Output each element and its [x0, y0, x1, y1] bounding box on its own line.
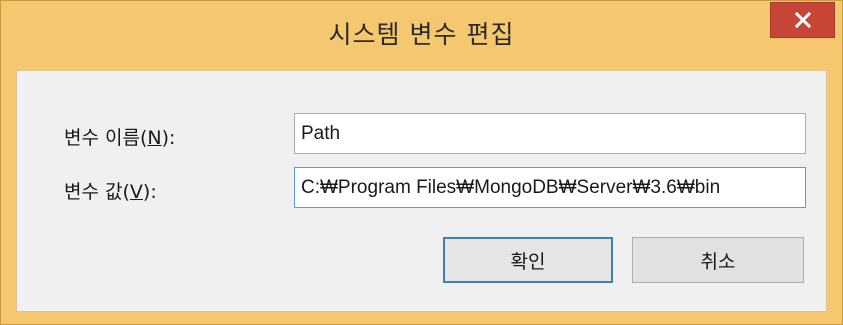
dialog-body: 변수 이름(N): 변수 값(V): 확인 취소: [16, 70, 827, 312]
variable-value-field[interactable]: [294, 167, 806, 208]
variable-value-label: 변수 값(V):: [64, 181, 157, 203]
dialog-title: 시스템 변수 편집: [328, 20, 515, 49]
variable-name-label: 변수 이름(N):: [64, 127, 176, 149]
edit-system-variable-dialog: 시스템 변수 편집 변수 이름(N): 변수 값(V): 확인 취소: [0, 0, 843, 325]
title-bar[interactable]: 시스템 변수 편집: [1, 1, 842, 69]
cancel-button[interactable]: 취소: [632, 237, 804, 283]
variable-name-field[interactable]: [294, 113, 806, 154]
ok-button[interactable]: 확인: [443, 237, 613, 283]
close-icon: [794, 11, 811, 29]
close-button[interactable]: [770, 2, 835, 38]
